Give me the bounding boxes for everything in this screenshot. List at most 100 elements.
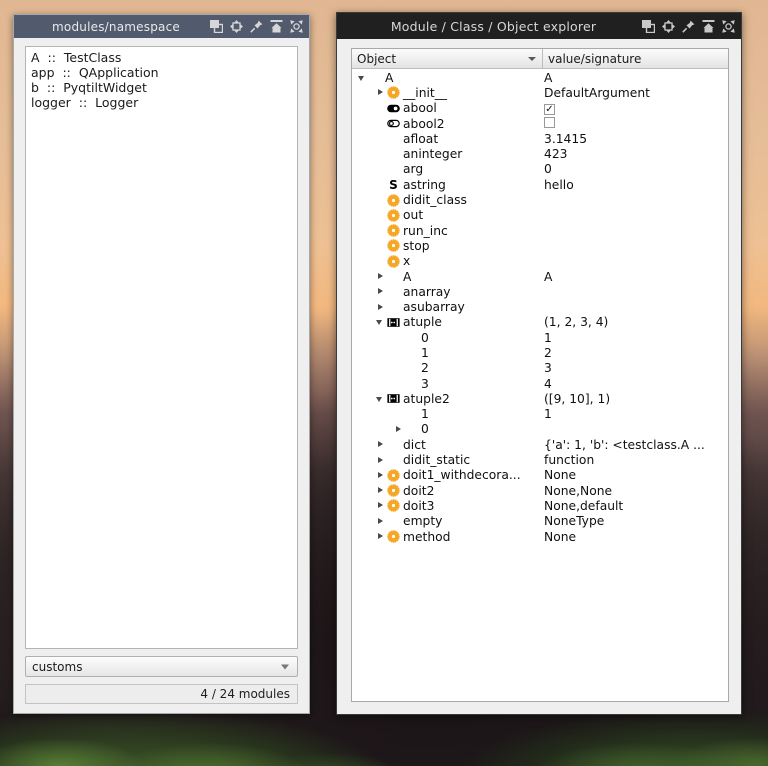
tree-row[interactable]: empty NoneType xyxy=(352,514,728,529)
chevron-down-icon[interactable] xyxy=(358,73,367,82)
chevron-right-icon[interactable] xyxy=(376,501,385,510)
tree-row[interactable]: 11 xyxy=(352,407,728,422)
tree-row[interactable]: anarray xyxy=(352,284,728,299)
tree-row[interactable]: dict {'a': 1, 'b': <testclass.A ... xyxy=(352,437,728,452)
tree-row-value-cell[interactable] xyxy=(543,116,728,131)
modules-titlebar[interactable]: modules/namespace xyxy=(14,15,309,38)
tree-row-value-cell[interactable]: None xyxy=(543,530,728,544)
chevron-down-icon[interactable] xyxy=(376,394,385,403)
tree-row-value-cell[interactable]: 2 xyxy=(543,346,728,360)
chevron-right-icon[interactable] xyxy=(376,303,385,312)
chevron-right-icon[interactable] xyxy=(376,272,385,281)
shade-icon[interactable] xyxy=(270,20,283,33)
module-filter-combo[interactable]: customs xyxy=(25,656,298,677)
tree-row-object-cell: abool xyxy=(352,101,543,115)
tree-row[interactable]: out xyxy=(352,208,728,223)
tree-row-value-cell[interactable]: 0 xyxy=(543,162,728,176)
tree-row[interactable]: doit1_withdecora... None xyxy=(352,468,728,483)
tree-row[interactable]: 34 xyxy=(352,376,728,391)
close-icon[interactable] xyxy=(722,19,735,33)
tree-row-label: anarray xyxy=(403,284,451,299)
tree-row-value-cell[interactable]: 3 xyxy=(543,361,728,375)
tree-row[interactable]: abool2 xyxy=(352,116,728,131)
chevron-down-icon[interactable] xyxy=(376,318,385,327)
tree-row[interactable]: atuple2 ([9, 10], 1) xyxy=(352,391,728,406)
tree-row-value-cell[interactable]: A xyxy=(543,270,728,284)
tree-row-value-cell[interactable]: ✓ xyxy=(543,101,728,116)
tree-row-value-cell[interactable]: 1 xyxy=(543,407,728,421)
tree-row[interactable]: aninteger 423 xyxy=(352,146,728,161)
checkbox-checked-icon[interactable]: ✓ xyxy=(544,104,555,116)
pin-icon[interactable] xyxy=(250,20,263,33)
tree-row[interactable]: abool ✓ xyxy=(352,101,728,116)
chevron-right-icon[interactable] xyxy=(394,425,403,434)
tree-row-value-cell[interactable]: 3.1415 xyxy=(543,132,728,146)
modules-statusbar: 4 / 24 modules xyxy=(25,684,298,704)
tree-row-value-cell[interactable]: (1, 2, 3, 4) xyxy=(543,315,728,329)
chevron-right-icon[interactable] xyxy=(376,532,385,541)
tree-rows-container[interactable]: A A __init__ DefaultArgument abool ✓ abool2 afl… xyxy=(352,69,728,701)
restore-icon[interactable] xyxy=(210,20,223,33)
tree-row-value-cell[interactable]: DefaultArgument xyxy=(543,86,728,100)
tree-row-value-cell[interactable]: 423 xyxy=(543,147,728,161)
explorer-titlebar[interactable]: Module / Class / Object explorer xyxy=(337,13,741,39)
namespace-item[interactable]: app :: QApplication xyxy=(31,65,292,80)
tree-row[interactable]: 12 xyxy=(352,345,728,360)
restore-icon[interactable] xyxy=(642,19,655,33)
tree-row[interactable]: afloat 3.1415 xyxy=(352,131,728,146)
tree-row-object-cell: x xyxy=(352,254,543,268)
tree-row[interactable]: x xyxy=(352,254,728,269)
chevron-right-icon[interactable] xyxy=(376,486,385,495)
tree-row-value-cell[interactable]: 4 xyxy=(543,377,728,391)
column-header-object[interactable]: Object xyxy=(352,49,543,69)
tree-row[interactable]: AA xyxy=(352,70,728,85)
column-header-value[interactable]: value/signature xyxy=(543,49,728,69)
tree-row[interactable]: 01 xyxy=(352,330,728,345)
tree-row[interactable]: didit_static function xyxy=(352,452,728,467)
tree-row-value-cell[interactable]: A xyxy=(543,71,728,85)
namespace-list[interactable]: A :: TestClass app :: QApplication b :: Py… xyxy=(25,46,298,649)
icon-placeholder xyxy=(405,346,418,359)
tree-row[interactable]: __init__ DefaultArgument xyxy=(352,85,728,100)
tree-row-value-cell[interactable]: 1 xyxy=(543,331,728,345)
tree-row-value-cell[interactable]: hello xyxy=(543,178,728,192)
tree-row[interactable]: method None xyxy=(352,529,728,544)
namespace-item[interactable]: logger :: Logger xyxy=(31,95,292,110)
namespace-item[interactable]: A :: TestClass xyxy=(31,50,292,65)
tree-row[interactable]: stop xyxy=(352,238,728,253)
tree-row[interactable]: doit2 None,None xyxy=(352,483,728,498)
toggle-off-icon xyxy=(387,119,400,128)
tree-row[interactable]: didit_class xyxy=(352,192,728,207)
tree-row-value-cell[interactable]: None,default xyxy=(543,499,728,513)
pin-icon[interactable] xyxy=(682,20,695,33)
gear-icon xyxy=(387,484,400,497)
tree-row[interactable]: 23 xyxy=(352,361,728,376)
tree-row[interactable]: arg 0 xyxy=(352,162,728,177)
tree-row[interactable]: doit3 None,default xyxy=(352,498,728,513)
chevron-right-icon[interactable] xyxy=(376,517,385,526)
tree-row-value-cell[interactable]: function xyxy=(543,453,728,467)
tree-row-value-cell[interactable]: None xyxy=(543,468,728,482)
shade-icon[interactable] xyxy=(702,19,715,33)
tree-row[interactable]: Sastring hello xyxy=(352,177,728,192)
chevron-right-icon[interactable] xyxy=(376,471,385,480)
close-icon[interactable] xyxy=(290,20,303,33)
move-icon[interactable] xyxy=(662,19,675,33)
tree-row-value-cell[interactable]: NoneType xyxy=(543,514,728,528)
tree-row[interactable]: asubarray xyxy=(352,299,728,314)
tree-row[interactable]: run_inc xyxy=(352,223,728,238)
tree-row[interactable]: atuple (1, 2, 3, 4) xyxy=(352,315,728,330)
tree-row-value-cell[interactable]: {'a': 1, 'b': <testclass.A ... xyxy=(543,438,728,452)
icon-placeholder xyxy=(387,270,400,283)
chevron-right-icon[interactable] xyxy=(376,456,385,465)
tree-row-value-cell[interactable]: ([9, 10], 1) xyxy=(543,392,728,406)
tree-row-value-cell[interactable]: None,None xyxy=(543,484,728,498)
chevron-right-icon[interactable] xyxy=(376,88,385,97)
checkbox-unchecked-icon[interactable] xyxy=(544,116,555,128)
chevron-right-icon[interactable] xyxy=(376,287,385,296)
move-icon[interactable] xyxy=(230,20,243,33)
tree-row[interactable]: 0 xyxy=(352,422,728,437)
namespace-item[interactable]: b :: PyqtiltWidget xyxy=(31,80,292,95)
tree-row[interactable]: AA xyxy=(352,269,728,284)
chevron-right-icon[interactable] xyxy=(376,440,385,449)
